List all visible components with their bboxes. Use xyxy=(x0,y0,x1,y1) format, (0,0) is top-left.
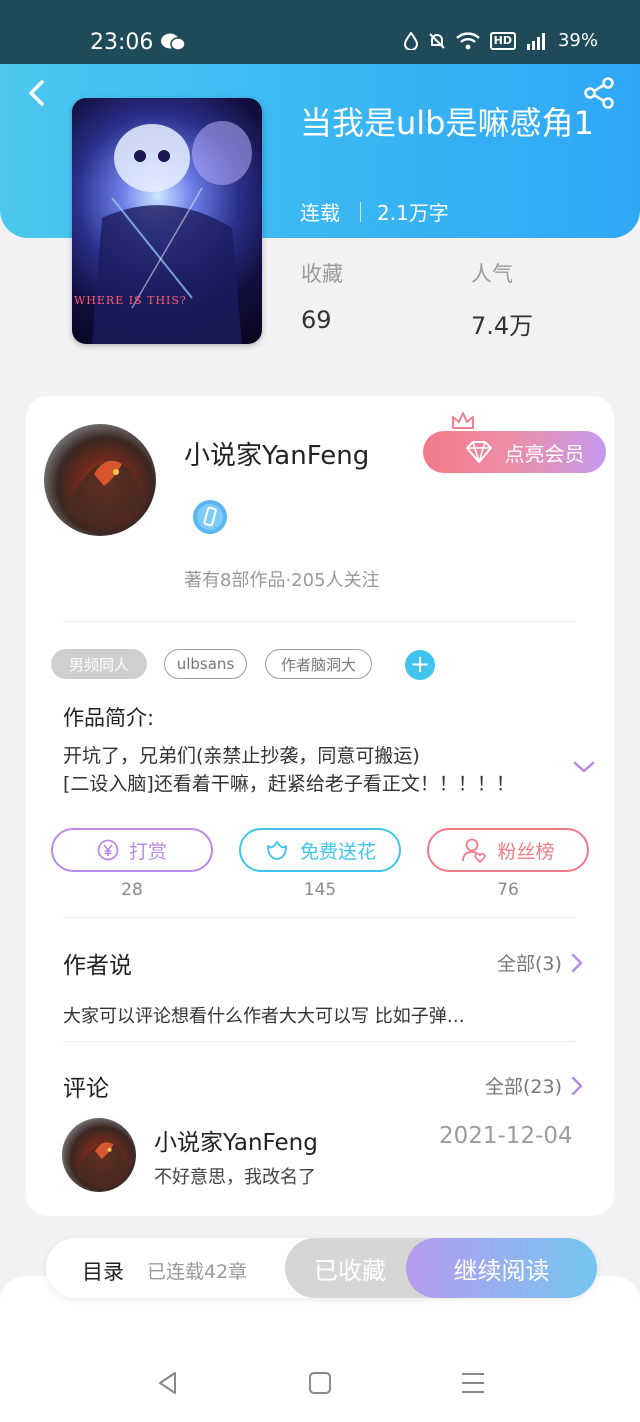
stat-value: 69 xyxy=(301,306,332,334)
divider xyxy=(63,621,575,622)
tag-ulbsans[interactable]: ulbsans xyxy=(164,649,247,679)
intro-line: [二设入脑]还看着干嘛，赶紧给老子看正文！！！！！ xyxy=(63,773,515,795)
comment-text[interactable]: 不好意思，我改名了 xyxy=(154,1163,316,1189)
dragon-art xyxy=(64,459,144,524)
send-flower-button[interactable]: 免费送花 xyxy=(239,828,401,872)
nav-back-icon[interactable] xyxy=(155,1370,181,1396)
chevron-right-icon xyxy=(571,1076,583,1095)
tip-label: 打赏 xyxy=(128,840,167,863)
book-status: 连载 xyxy=(300,201,340,225)
fan-ranking-label: 粉丝榜 xyxy=(497,840,555,863)
tag-label: ulbsans xyxy=(176,655,235,673)
diamond-icon xyxy=(465,441,492,463)
word-count: 2.1万字 xyxy=(377,201,449,225)
back-arrow-icon[interactable] xyxy=(22,76,52,110)
vip-button[interactable]: 点亮会员 xyxy=(423,431,606,473)
comments-more-link[interactable]: 全部(23) xyxy=(485,1072,584,1099)
divider xyxy=(63,917,575,918)
tag-label: 作者脑洞大 xyxy=(280,655,356,674)
add-tag-button[interactable]: + xyxy=(405,650,435,680)
author-says-text[interactable]: 大家可以评论想看什么作者大大可以写 比如子弹… xyxy=(63,1002,465,1028)
author-avatar[interactable] xyxy=(44,424,156,536)
cover-text: WHERE IS THIS? xyxy=(74,294,187,307)
wechat-icon xyxy=(161,33,186,51)
dragon-art xyxy=(75,1141,129,1185)
fan-user-icon xyxy=(462,838,487,863)
crown-icon xyxy=(452,412,474,429)
send-flower-label: 免费送花 xyxy=(299,840,376,863)
nav-home-icon[interactable] xyxy=(307,1370,333,1396)
commenter-name[interactable]: 小说家YanFeng xyxy=(154,1123,318,1157)
tip-count: 28 xyxy=(121,880,143,900)
author-says-more-link[interactable]: 全部(3) xyxy=(497,949,584,976)
water-drop-icon xyxy=(403,31,418,50)
continue-reading-button[interactable]: 继续阅读 xyxy=(406,1238,597,1298)
author-says-title: 作者说 xyxy=(63,953,132,979)
book-cover[interactable]: WHERE IS THIS? xyxy=(72,98,262,344)
stat-popularity: 人气 7.4万 xyxy=(471,258,533,341)
intro-line: 开坑了，兄弟们(亲禁止抄袭，同意可搬运) xyxy=(63,745,420,767)
flower-count: 145 xyxy=(303,880,337,900)
tag-genre[interactable]: 男频同人 xyxy=(51,649,147,679)
status-icons: HD 39% xyxy=(403,30,598,51)
more-label: 全部(23) xyxy=(485,1076,563,1098)
more-label: 全部(3) xyxy=(497,953,562,975)
tag-label: 男频同人 xyxy=(68,655,129,674)
chapter-count[interactable]: 已连载42章 xyxy=(147,1257,247,1284)
yen-coin-icon xyxy=(97,839,119,861)
hd-badge: HD xyxy=(489,31,516,50)
commenter-avatar[interactable] xyxy=(62,1118,136,1192)
comment-date: 2021-12-04 xyxy=(439,1123,573,1149)
continue-reading-label: 继续阅读 xyxy=(453,1256,550,1285)
chevron-right-icon xyxy=(571,953,583,972)
author-level-badge-icon xyxy=(193,500,227,534)
mute-bell-icon xyxy=(428,32,445,49)
battery-level: 39% xyxy=(557,30,598,51)
toc-button[interactable]: 目录 xyxy=(82,1256,124,1286)
tag-imaginative[interactable]: 作者脑洞大 xyxy=(265,649,372,679)
nav-menu-icon[interactable] xyxy=(460,1370,486,1396)
book-title: 当我是ulb是嘛感角1 xyxy=(300,104,594,142)
meta-divider xyxy=(360,201,361,222)
vip-button-label: 点亮会员 xyxy=(504,441,585,466)
stat-label: 人气 xyxy=(471,262,513,286)
wifi-icon xyxy=(455,31,480,49)
collected-label: 已收藏 xyxy=(314,1256,386,1285)
intro-text: 开坑了，兄弟们(亲禁止抄袭，同意可搬运) [二设入脑]还看着干嘛，赶紧给老子看正… xyxy=(63,742,563,798)
book-meta: 连载 2.1万字 xyxy=(300,197,449,226)
fan-count: 76 xyxy=(497,880,519,900)
stat-label: 收藏 xyxy=(301,262,343,286)
author-name[interactable]: 小说家YanFeng xyxy=(184,435,369,472)
divider xyxy=(63,1041,575,1042)
stat-favorites: 收藏 69 xyxy=(301,258,343,334)
fan-ranking-button[interactable]: 粉丝榜 xyxy=(427,828,589,872)
flower-icon xyxy=(267,841,287,860)
signal-icon xyxy=(526,32,545,50)
chevron-down-icon[interactable] xyxy=(572,758,596,776)
intro-title: 作品简介: xyxy=(63,706,155,730)
stat-value: 7.4万 xyxy=(471,312,534,340)
tip-button[interactable]: 打赏 xyxy=(51,828,213,872)
status-time: 23:06 xyxy=(90,30,154,55)
cover-art xyxy=(92,121,252,344)
comments-title: 评论 xyxy=(63,1076,109,1102)
author-stats: 著有8部作品·205人关注 xyxy=(184,570,380,591)
status-bar: 23:06 HD 39% xyxy=(0,0,640,64)
